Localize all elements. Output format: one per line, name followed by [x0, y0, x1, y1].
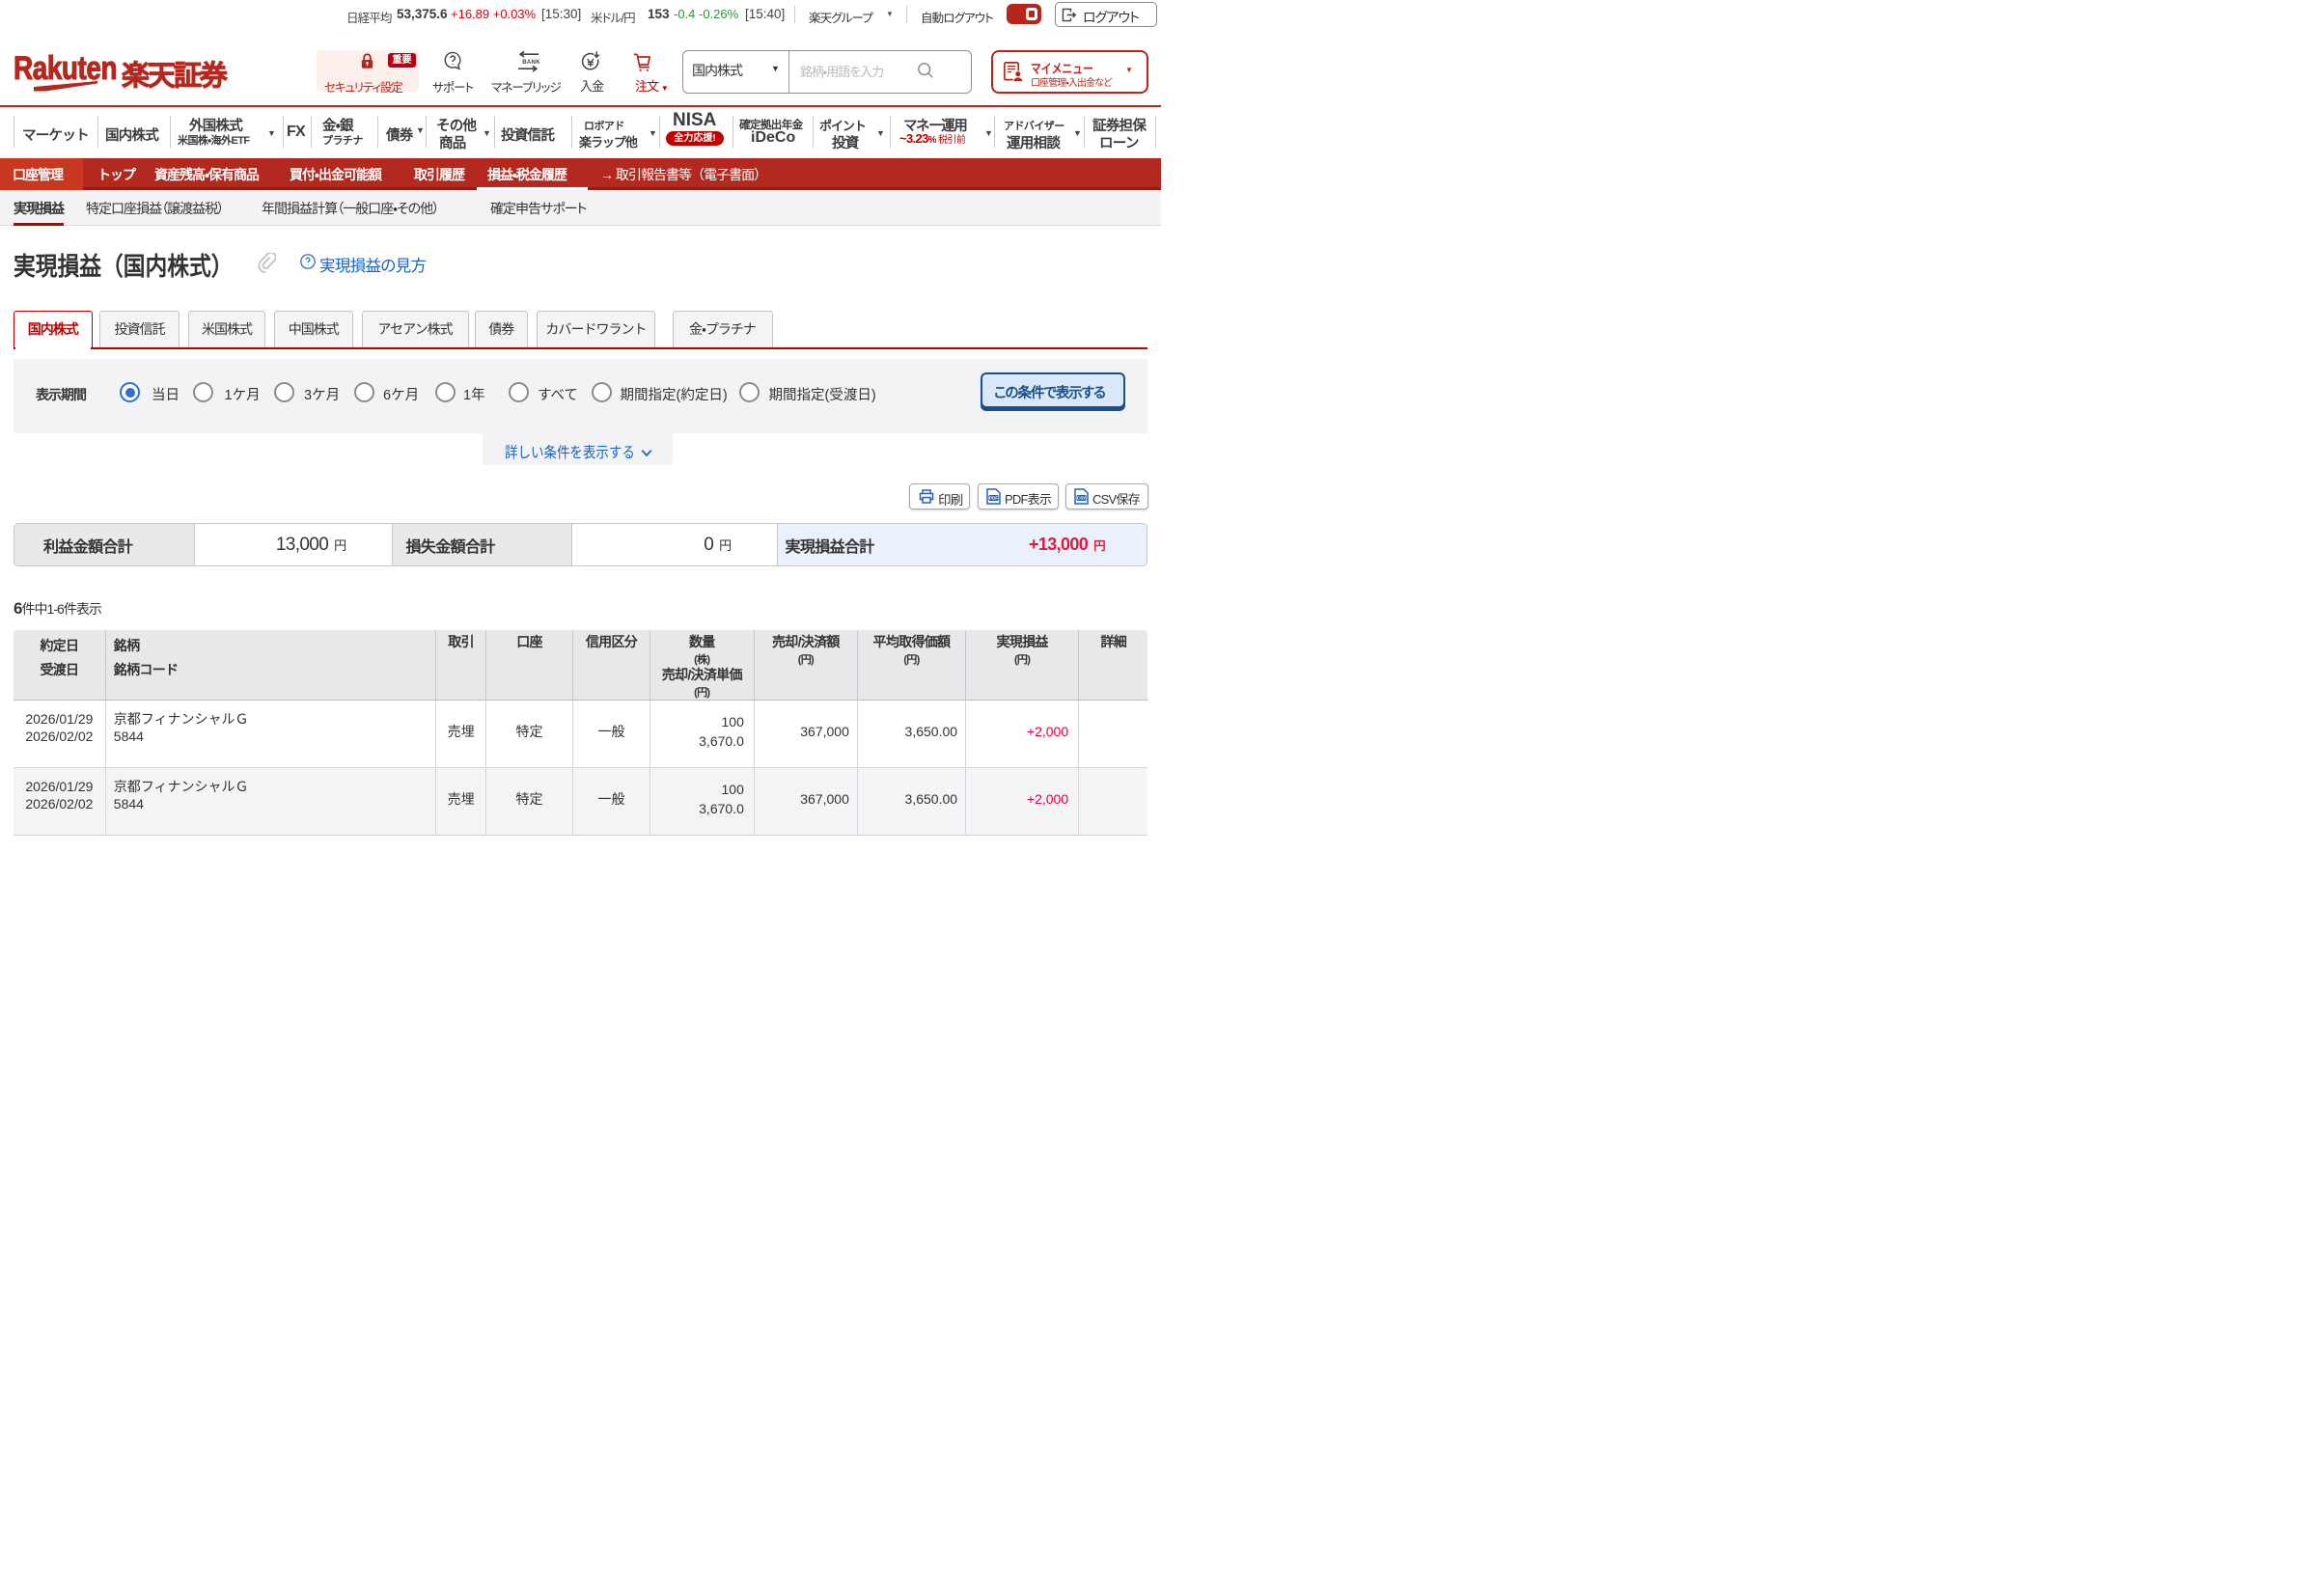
svg-text:BANK: BANK — [522, 59, 539, 66]
svg-text:PDF: PDF — [989, 496, 998, 501]
svg-text:CSV: CSV — [1077, 496, 1087, 501]
